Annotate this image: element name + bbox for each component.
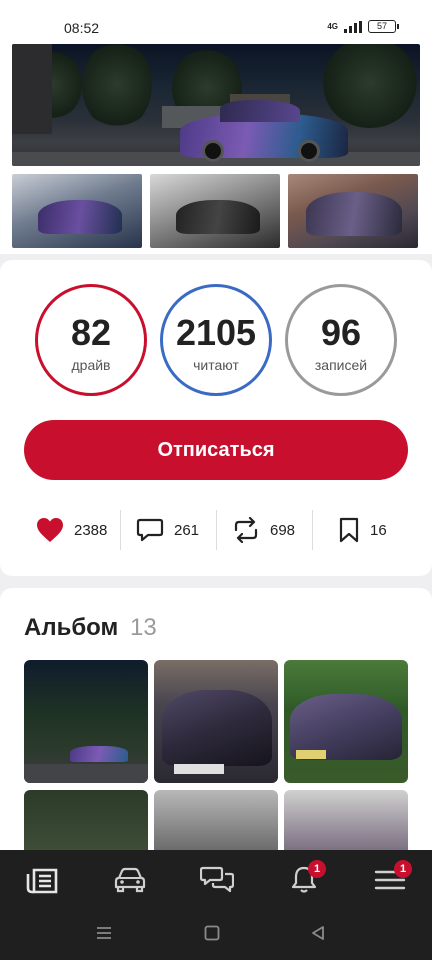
photo-thumbnail-3[interactable] — [288, 174, 418, 248]
battery-icon: 57 — [368, 20, 399, 33]
followers-stat[interactable]: 2105 читают — [160, 284, 272, 396]
repost-icon — [234, 517, 258, 543]
album-section: Альбом 13 — [0, 588, 432, 913]
status-bar: 08:52 4G 57 — [0, 0, 432, 42]
profile-photos — [0, 42, 432, 254]
status-time: 08:52 — [64, 20, 100, 36]
followers-count: 2105 — [175, 312, 257, 353]
garage-car-icon — [114, 867, 146, 893]
feed-icon — [26, 868, 58, 894]
nav-notifications[interactable]: 1 — [288, 860, 326, 894]
posts-stat[interactable]: 96 записей — [285, 284, 397, 396]
album-photo-3[interactable] — [284, 660, 408, 783]
heart-icon — [37, 518, 63, 542]
recent-apps-icon[interactable] — [96, 925, 112, 941]
back-icon[interactable] — [310, 925, 326, 941]
network-type: 4G — [327, 22, 338, 31]
photo-thumbnail-2[interactable] — [150, 174, 280, 248]
nav-garage[interactable] — [114, 864, 146, 894]
followers-label: читают — [193, 357, 239, 373]
profile-stats-card: 82 драйв 2105 читают 96 записей Отписать… — [0, 260, 432, 576]
signal-icon — [344, 20, 362, 33]
car-image — [180, 100, 348, 162]
unfollow-button[interactable]: Отписаться — [24, 420, 408, 480]
notifications-badge: 1 — [308, 860, 326, 878]
status-indicators: 4G 57 — [327, 20, 399, 33]
comment-count: 261 — [174, 521, 200, 539]
messages-icon — [199, 866, 235, 893]
bookmark-button[interactable]: 16 — [338, 508, 387, 552]
bookmark-count: 16 — [370, 521, 387, 539]
repost-button[interactable]: 698 — [232, 508, 295, 552]
comment-icon — [136, 518, 164, 542]
reaction-bar: 2388 261 698 16 — [0, 508, 432, 552]
posts-count: 96 — [320, 312, 362, 353]
comment-button[interactable]: 261 — [136, 508, 199, 552]
system-navigation — [0, 908, 432, 960]
nav-menu[interactable]: 1 — [374, 860, 412, 894]
menu-badge: 1 — [394, 860, 412, 878]
main-photo[interactable] — [12, 44, 420, 166]
like-button[interactable]: 2388 — [36, 508, 107, 552]
posts-label: записей — [314, 357, 368, 373]
album-title[interactable]: Альбом — [24, 614, 118, 642]
album-photo-2[interactable] — [154, 660, 278, 783]
bookmark-icon — [339, 517, 359, 543]
album-photo-1[interactable] — [24, 660, 148, 783]
photo-thumbnail-1[interactable] — [12, 174, 142, 248]
drive-stat[interactable]: 82 драйв — [35, 284, 147, 396]
drive-count: 82 — [70, 312, 112, 353]
repost-count: 698 — [270, 521, 296, 539]
drive-label: драйв — [71, 357, 111, 373]
nav-messages[interactable] — [199, 864, 235, 894]
battery-level: 57 — [376, 21, 387, 31]
nav-feed[interactable] — [26, 864, 58, 894]
bottom-navigation: 1 1 — [0, 850, 432, 908]
like-count: 2388 — [74, 521, 108, 539]
home-icon[interactable] — [204, 925, 220, 941]
album-count: 13 — [130, 614, 157, 641]
